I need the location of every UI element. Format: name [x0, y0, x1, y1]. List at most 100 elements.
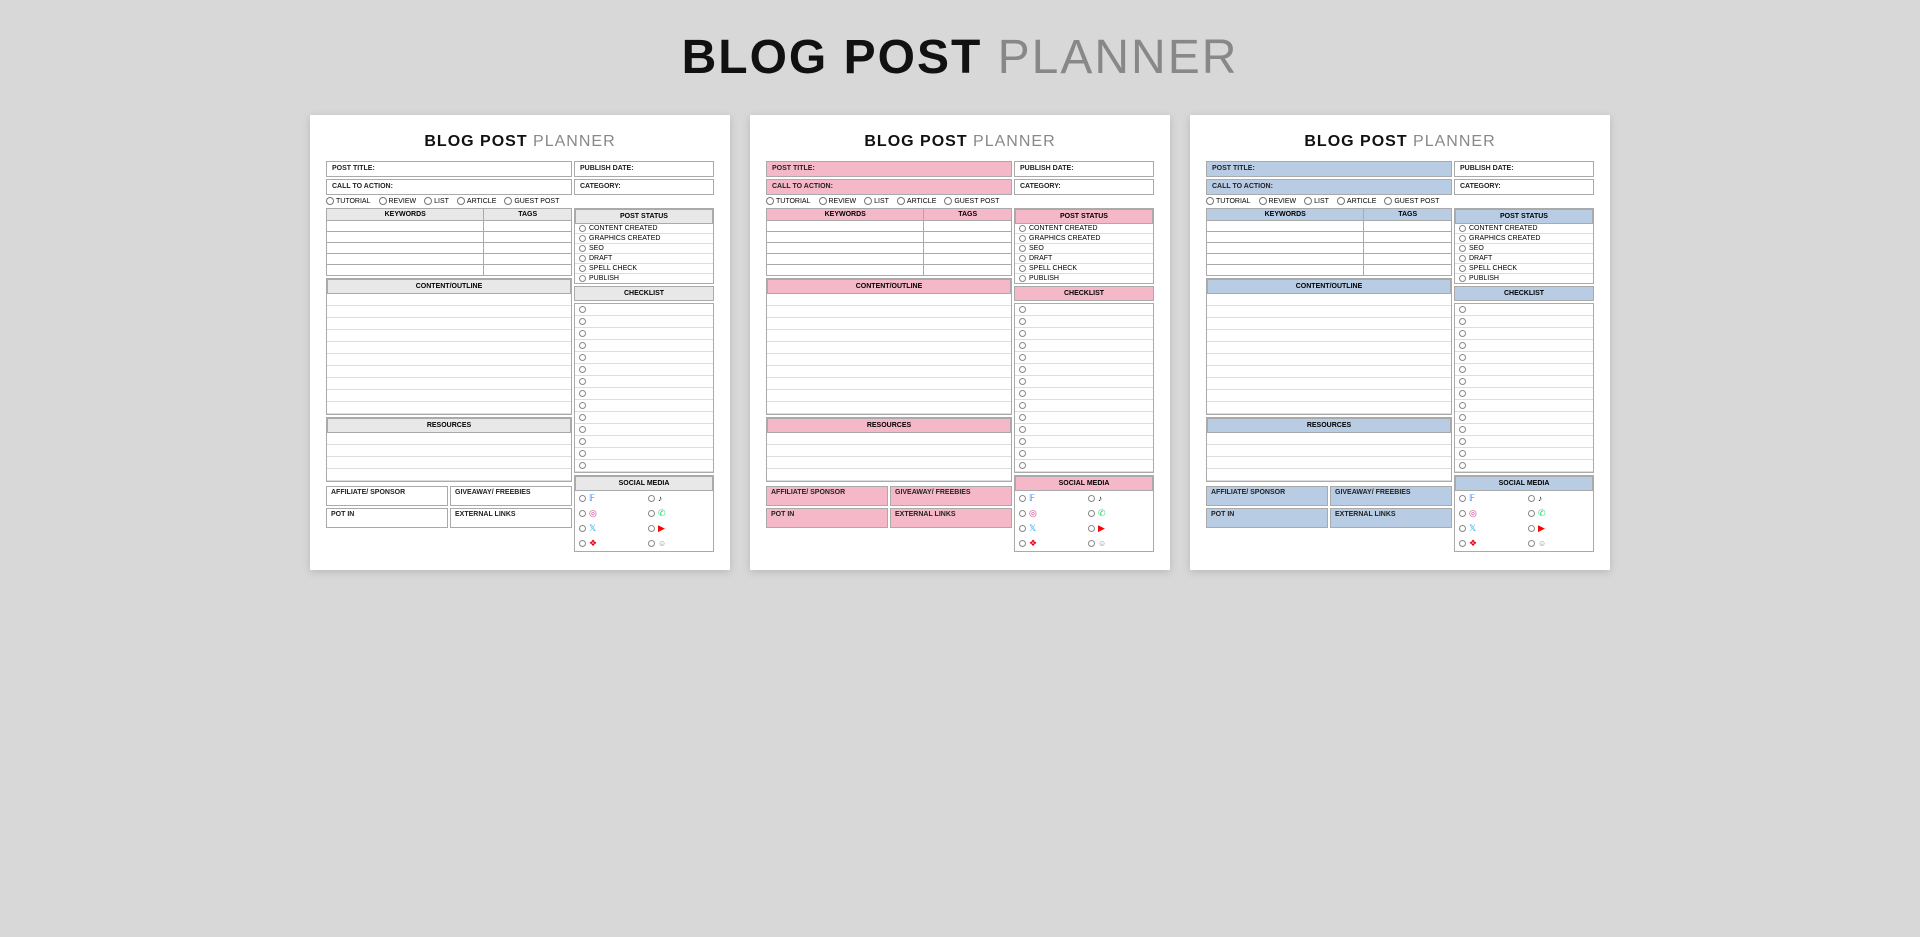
social-fb-check[interactable]: [579, 495, 586, 502]
type-article[interactable]: ARTICLE: [457, 197, 496, 205]
checklist-checkbox[interactable]: [1019, 402, 1026, 409]
post-title-field[interactable]: POST TITLE:: [1206, 161, 1452, 177]
social-tw-check[interactable]: [1019, 525, 1026, 532]
checklist-checkbox[interactable]: [579, 438, 586, 445]
checklist-checkbox[interactable]: [1459, 306, 1466, 313]
social-ig-check[interactable]: [1019, 510, 1026, 517]
social-pin-check[interactable]: [1459, 540, 1466, 547]
status-checkbox[interactable]: [1019, 235, 1026, 242]
checklist-checkbox[interactable]: [1459, 462, 1466, 469]
checklist-checkbox[interactable]: [1459, 450, 1466, 457]
bottom-field-1[interactable]: GIVEAWAY/ FREEBIES: [890, 486, 1012, 506]
checklist-checkbox[interactable]: [1459, 354, 1466, 361]
social-tiktok-check[interactable]: [1088, 495, 1095, 502]
checklist-checkbox[interactable]: [1019, 378, 1026, 385]
social-snap-check[interactable]: [1088, 540, 1095, 547]
type-review[interactable]: REVIEW: [819, 197, 857, 205]
social-pinterest[interactable]: ❖: [1015, 536, 1084, 551]
checklist-checkbox[interactable]: [579, 306, 586, 313]
type-tutorial[interactable]: TUTORIAL: [766, 197, 811, 205]
checklist-checkbox[interactable]: [1019, 438, 1026, 445]
type-list[interactable]: LIST: [864, 197, 889, 205]
publish-date-field[interactable]: PUBLISH DATE:: [1014, 161, 1154, 177]
call-to-action-field[interactable]: CALL TO ACTION:: [766, 179, 1012, 195]
category-field[interactable]: CATEGORY:: [574, 179, 714, 195]
status-checkbox[interactable]: [1019, 255, 1026, 262]
social-pin-check[interactable]: [579, 540, 586, 547]
social-yt-check[interactable]: [1088, 525, 1095, 532]
status-checkbox[interactable]: [579, 235, 586, 242]
social-wa-check[interactable]: [1528, 510, 1535, 517]
social-yt-check[interactable]: [648, 525, 655, 532]
type-list[interactable]: LIST: [1304, 197, 1329, 205]
bottom-field-3[interactable]: EXTERNAL LINKS: [890, 508, 1012, 528]
social-snap-check[interactable]: [1528, 540, 1535, 547]
social-instagram[interactable]: ◎: [1015, 506, 1084, 521]
publish-date-field[interactable]: PUBLISH DATE:: [1454, 161, 1594, 177]
status-checkbox[interactable]: [1019, 245, 1026, 252]
social-youtube[interactable]: ▶: [1084, 521, 1153, 536]
status-checkbox[interactable]: [579, 255, 586, 262]
bottom-field-2[interactable]: POT IN: [766, 508, 888, 528]
post-title-field[interactable]: POST TITLE:: [326, 161, 572, 177]
social-pinterest[interactable]: ❖: [1455, 536, 1524, 551]
checklist-checkbox[interactable]: [1019, 354, 1026, 361]
bottom-field-3[interactable]: EXTERNAL LINKS: [1330, 508, 1452, 528]
checklist-checkbox[interactable]: [579, 354, 586, 361]
checklist-checkbox[interactable]: [579, 342, 586, 349]
type-review[interactable]: REVIEW: [379, 197, 417, 205]
status-checkbox[interactable]: [1459, 255, 1466, 262]
checklist-checkbox[interactable]: [579, 414, 586, 421]
status-checkbox[interactable]: [1459, 245, 1466, 252]
social-twitter[interactable]: 𝕏: [1455, 521, 1524, 536]
social-twitter[interactable]: 𝕏: [1015, 521, 1084, 536]
status-checkbox[interactable]: [1459, 265, 1466, 272]
bottom-field-0[interactable]: AFFILIATE/ SPONSOR: [326, 486, 448, 506]
checklist-checkbox[interactable]: [1019, 426, 1026, 433]
social-facebook[interactable]: 𝔽: [1455, 491, 1524, 506]
checklist-checkbox[interactable]: [1019, 450, 1026, 457]
status-checkbox[interactable]: [1019, 275, 1026, 282]
social-snapchat[interactable]: ☺: [644, 536, 713, 551]
social-snapchat[interactable]: ☺: [1084, 536, 1153, 551]
checklist-checkbox[interactable]: [579, 462, 586, 469]
bottom-field-2[interactable]: POT IN: [326, 508, 448, 528]
social-whatsapp[interactable]: ✆: [1084, 506, 1153, 521]
bottom-field-1[interactable]: GIVEAWAY/ FREEBIES: [450, 486, 572, 506]
social-pinterest[interactable]: ❖: [575, 536, 644, 551]
social-ig-check[interactable]: [579, 510, 586, 517]
bottom-field-0[interactable]: AFFILIATE/ SPONSOR: [766, 486, 888, 506]
type-tutorial[interactable]: TUTORIAL: [326, 197, 371, 205]
checklist-checkbox[interactable]: [1459, 390, 1466, 397]
checklist-checkbox[interactable]: [1459, 366, 1466, 373]
status-checkbox[interactable]: [579, 225, 586, 232]
type-article[interactable]: ARTICLE: [1337, 197, 1376, 205]
social-wa-check[interactable]: [1088, 510, 1095, 517]
type-guest-post[interactable]: GUEST POST: [504, 197, 559, 205]
social-tiktok[interactable]: ♪: [1524, 491, 1593, 506]
checklist-checkbox[interactable]: [1019, 366, 1026, 373]
social-whatsapp[interactable]: ✆: [1524, 506, 1593, 521]
type-guest-post[interactable]: GUEST POST: [1384, 197, 1439, 205]
social-tw-check[interactable]: [579, 525, 586, 532]
checklist-checkbox[interactable]: [1459, 426, 1466, 433]
type-article[interactable]: ARTICLE: [897, 197, 936, 205]
post-title-field[interactable]: POST TITLE:: [766, 161, 1012, 177]
checklist-checkbox[interactable]: [579, 426, 586, 433]
social-facebook[interactable]: 𝔽: [1015, 491, 1084, 506]
social-tiktok-check[interactable]: [648, 495, 655, 502]
social-tiktok[interactable]: ♪: [1084, 491, 1153, 506]
social-tiktok-check[interactable]: [1528, 495, 1535, 502]
social-yt-check[interactable]: [1528, 525, 1535, 532]
call-to-action-field[interactable]: CALL TO ACTION:: [326, 179, 572, 195]
social-wa-check[interactable]: [648, 510, 655, 517]
checklist-checkbox[interactable]: [1019, 330, 1026, 337]
checklist-checkbox[interactable]: [1459, 318, 1466, 325]
status-checkbox[interactable]: [579, 245, 586, 252]
bottom-field-1[interactable]: GIVEAWAY/ FREEBIES: [1330, 486, 1452, 506]
category-field[interactable]: CATEGORY:: [1454, 179, 1594, 195]
checklist-checkbox[interactable]: [1459, 378, 1466, 385]
social-ig-check[interactable]: [1459, 510, 1466, 517]
call-to-action-field[interactable]: CALL TO ACTION:: [1206, 179, 1452, 195]
social-fb-check[interactable]: [1459, 495, 1466, 502]
